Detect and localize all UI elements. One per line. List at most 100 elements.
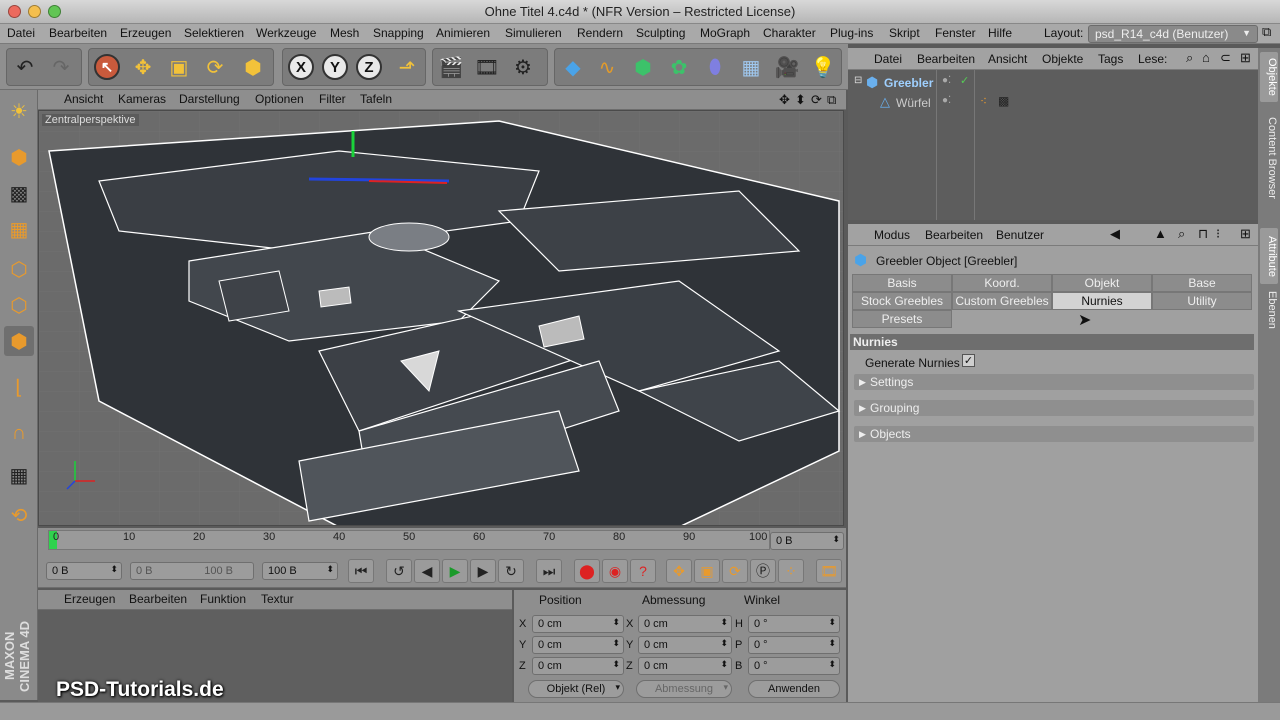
timeline-ruler[interactable]: 0 10 20 30 40 50 60 70 80 90 100 [48, 530, 770, 550]
rot-h-field[interactable]: 0 ° ⬍ [748, 615, 840, 633]
menu-skript[interactable]: Skript [889, 26, 920, 40]
tab-nurnies[interactable]: Nurnies [1052, 292, 1152, 310]
key-scale-button[interactable]: ▣ [694, 559, 720, 583]
menu-werkzeuge[interactable]: Werkzeuge [256, 26, 316, 40]
environment-icon[interactable]: ▦ [736, 52, 766, 82]
range-slider[interactable]: 0 B 100 B [130, 562, 254, 580]
key-rotation-button[interactable]: ⟳ [722, 559, 748, 583]
search-icon[interactable]: ⌕ [1178, 226, 1185, 242]
light-icon[interactable]: 💡 [808, 52, 838, 82]
tab-basis[interactable]: Basis [852, 274, 952, 292]
3d-viewport[interactable]: Zentralperspektive [38, 110, 844, 526]
record-key-button[interactable]: ⬤ [574, 559, 600, 583]
menu-snapping[interactable]: Snapping [373, 26, 424, 40]
make-editable-icon[interactable]: ☀ [4, 96, 34, 126]
settings-icon[interactable]: ⁝ [1216, 226, 1220, 242]
home-icon[interactable]: ⌂ [1202, 50, 1210, 65]
keyframe-selection-button[interactable]: ? [630, 559, 656, 583]
max-frame-field[interactable]: 100 B ⬍ [262, 562, 338, 580]
generate-nurnies-checkbox[interactable]: ✓ [962, 354, 975, 367]
spline-icon[interactable]: ∿ [592, 52, 622, 82]
object-menu-ansicht[interactable]: Ansicht [988, 52, 1027, 66]
menu-fenster[interactable]: Fenster [935, 26, 976, 40]
x-axis-icon[interactable]: X [286, 52, 316, 82]
back-arrow-icon[interactable]: ◀ [1110, 226, 1120, 242]
object-row-greebler[interactable]: ⊟ ⬢ Greebler [850, 74, 934, 92]
menu-animieren[interactable]: Animieren [436, 26, 490, 40]
scale-icon[interactable]: ▣ [164, 52, 194, 82]
undo-icon[interactable]: ↶ [10, 52, 40, 82]
current-frame-field[interactable]: 0 B ⬍ [770, 532, 844, 550]
side-tab-objekte[interactable]: Objekte [1260, 52, 1278, 102]
snapping-icon[interactable]: ▦ [4, 460, 34, 490]
tab-koord[interactable]: Koord. [952, 274, 1052, 292]
prev-key-button[interactable]: ↺ [386, 559, 412, 583]
rot-b-field[interactable]: 0 ° ⬍ [748, 657, 840, 675]
material-menu-bearbeiten[interactable]: Bearbeiten [129, 592, 187, 606]
menu-bearbeiten[interactable]: Bearbeiten [49, 26, 107, 40]
tab-stock-greebles[interactable]: Stock Greebles [852, 292, 952, 310]
polygons-mode-icon[interactable]: ⬢ [4, 326, 34, 356]
key-parameter-button[interactable]: Ⓟ [750, 559, 776, 583]
object-menu-tags[interactable]: Tags [1098, 52, 1123, 66]
menu-datei[interactable]: Datei [7, 26, 35, 40]
tab-custom-greebles[interactable]: Custom Greebles [952, 292, 1052, 310]
phong-tag-icon[interactable]: ⁖ [980, 94, 987, 108]
rot-p-field[interactable]: 0 ° ⬍ [748, 636, 840, 654]
side-tab-attribute[interactable]: Attribute [1260, 228, 1278, 284]
viewport-maximize-icon[interactable]: ⧉ [827, 92, 836, 108]
coordinate-system-icon[interactable]: ⬏ [392, 52, 422, 82]
new-window-icon[interactable]: ⊞ [1240, 226, 1251, 242]
viewport-menu-darstellung[interactable]: Darstellung [179, 92, 240, 106]
menu-mesh[interactable]: Mesh [330, 26, 359, 40]
prev-frame-button[interactable]: ◀ [414, 559, 440, 583]
goto-end-button[interactable]: ⏭ [536, 559, 562, 583]
new-window-icon[interactable]: ⊞ [1240, 50, 1251, 66]
menu-sculpting[interactable]: Sculpting [636, 26, 685, 40]
render-settings-icon[interactable]: ⚙ [508, 52, 538, 82]
render-view-icon[interactable]: 🎬 [436, 52, 466, 82]
lock-icon[interactable]: ⊓ [1198, 226, 1208, 242]
collapse-icon[interactable]: ⊟ [854, 75, 862, 86]
visibility-dots-icon[interactable]: ●⁚ [942, 75, 951, 86]
key-pla-button[interactable]: ⁘ [778, 559, 804, 583]
edges-mode-icon[interactable]: ⬡ [4, 290, 34, 320]
y-axis-icon[interactable]: Y [320, 52, 350, 82]
pos-x-field[interactable]: 0 cm ⬍ [532, 615, 624, 633]
goto-start-button[interactable]: ⏮ [348, 559, 374, 583]
next-key-button[interactable]: ↻ [498, 559, 524, 583]
object-menu-lese[interactable]: Lese: [1138, 52, 1167, 66]
search-icon[interactable]: ⌕ [1186, 50, 1193, 66]
size-z-field[interactable]: 0 cm ⬍ [638, 657, 732, 675]
camera-icon[interactable]: 🎥 [772, 52, 802, 82]
viewport-menu-optionen[interactable]: Optionen [255, 92, 304, 106]
tab-utility[interactable]: Utility [1152, 292, 1252, 310]
menu-plugins[interactable]: Plug-ins [830, 26, 873, 40]
autokey-button[interactable]: ◉ [602, 559, 628, 583]
tab-objekt[interactable]: Objekt [1052, 274, 1152, 292]
group-settings[interactable]: ▶ Settings [854, 374, 1254, 390]
select-icon[interactable]: ↖ [92, 52, 122, 82]
move-icon[interactable]: ✥ [128, 52, 158, 82]
timeline-window-button[interactable]: 🎞 [816, 559, 842, 583]
pos-z-field[interactable]: 0 cm ⬍ [532, 657, 624, 675]
window-expand-icon[interactable]: ⧉ [1262, 24, 1271, 40]
texture-mode-icon[interactable]: ▩ [4, 178, 34, 208]
texture-tag-icon[interactable]: ▩ [998, 94, 1009, 108]
viewport-menu-filter[interactable]: Filter [319, 92, 346, 106]
menu-mograph[interactable]: MoGraph [700, 26, 750, 40]
material-menu-textur[interactable]: Textur [261, 592, 294, 606]
layout-select[interactable]: psd_R14_c4d (Benutzer) ▼ [1088, 25, 1258, 43]
menu-erzeugen[interactable]: Erzeugen [120, 26, 171, 40]
up-arrow-icon[interactable]: ▲ [1154, 226, 1167, 241]
viewport-menu-ansicht[interactable]: Ansicht [64, 92, 103, 106]
viewport-menu-kameras[interactable]: Kameras [118, 92, 166, 106]
object-row-wuerfel[interactable]: △ Würfel [850, 94, 934, 112]
group-objects[interactable]: ▶ Objects [854, 426, 1254, 442]
workplane-lock-icon[interactable]: ⟲ [4, 500, 34, 530]
side-tab-ebenen[interactable]: Ebenen [1260, 288, 1278, 332]
side-tab-content-browser[interactable]: Content Browser [1260, 108, 1278, 208]
z-axis-icon[interactable]: Z [354, 52, 384, 82]
play-button[interactable]: ▶ [442, 559, 468, 583]
menu-simulieren[interactable]: Simulieren [505, 26, 562, 40]
